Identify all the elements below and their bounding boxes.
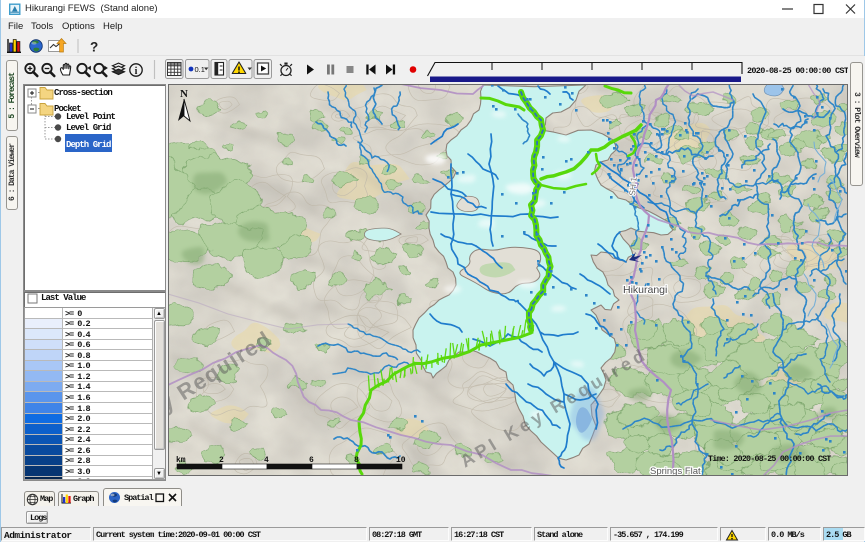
svg-text:SH 1: SH 1 bbox=[627, 176, 639, 196]
svg-text:Springs Flat: Springs Flat bbox=[650, 466, 701, 476]
svg-text:2: 2 bbox=[219, 456, 224, 465]
svg-text:Hikurangi: Hikurangi bbox=[623, 284, 667, 296]
svg-text:km: km bbox=[176, 456, 186, 465]
svg-text:N: N bbox=[180, 88, 188, 100]
svg-text:Time: 2020-08-25 00:00:00 CST: Time: 2020-08-25 00:00:00 CST bbox=[708, 454, 831, 464]
svg-text:8: 8 bbox=[354, 456, 359, 465]
svg-text:10: 10 bbox=[396, 456, 406, 465]
svg-text:?: ? bbox=[90, 40, 98, 55]
svg-text:0.1: 0.1 bbox=[195, 65, 205, 74]
svg-text:i: i bbox=[135, 66, 138, 77]
svg-text:4: 4 bbox=[264, 456, 269, 465]
svg-text:2020-08-25 00:00:00 CST: 2020-08-25 00:00:00 CST bbox=[747, 66, 848, 76]
svg-text:6: 6 bbox=[309, 456, 314, 465]
